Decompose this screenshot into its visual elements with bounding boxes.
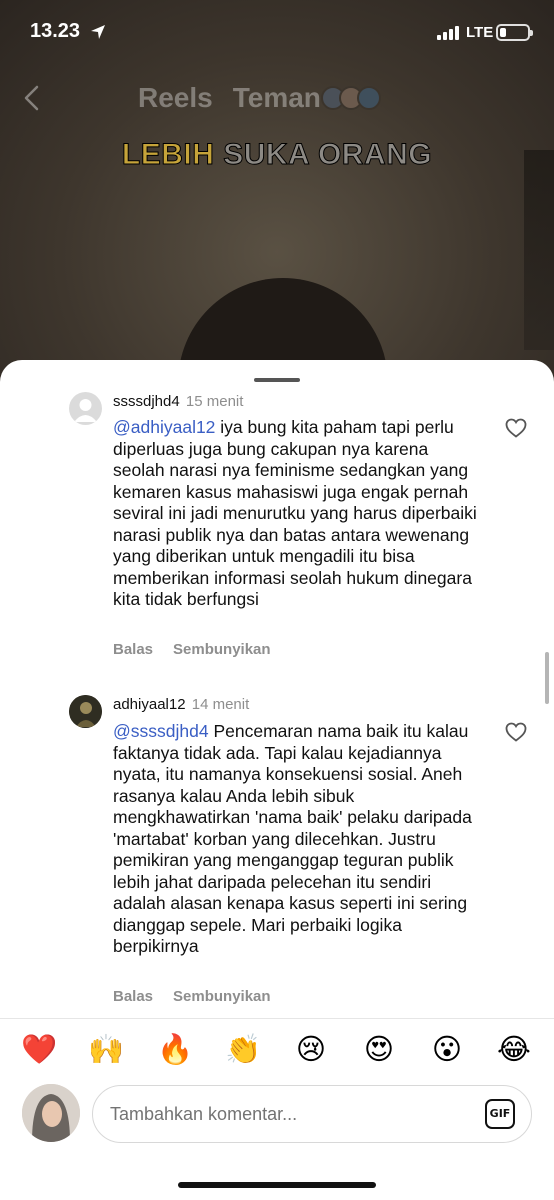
emoji-crying[interactable]: 😢 [293,1030,329,1070]
comment-mention[interactable]: @adhiyaal12 [113,417,215,437]
emoji-surprised[interactable]: 😮 [429,1030,465,1070]
comment-body: Pencemaran nama baik itu kalau faktanya … [113,721,472,956]
emoji-reaction-bar: ❤️ 🙌 🔥 👏 😢 😍 😮 😂 [0,1030,554,1070]
avatar-user[interactable] [69,695,102,728]
comment-input-placeholder: Tambahkan komentar... [110,1104,298,1124]
friend-avatar [356,86,381,110]
video-caption-overlay: LEBIH SUKA ORANG [0,138,554,172]
profile-photo [69,695,102,728]
status-time: 13.23 [30,20,81,42]
comment-username[interactable]: ssssdjhd4 [113,393,180,410]
emoji-heart[interactable]: ❤️ [21,1030,57,1070]
location-arrow-icon [91,25,105,39]
status-bar: 13.23 LTE [0,0,554,66]
emoji-clapping[interactable]: 👏 [225,1030,261,1070]
comment-time: 15 menit [185,393,244,410]
home-indicator[interactable] [178,1182,376,1188]
like-heart-icon[interactable] [505,722,527,742]
comment-text: @adhiyaal12 iya bung kita paham tapi per… [113,417,483,611]
comment-meta: ssssdjhd4 15 menit [113,393,243,410]
friend-avatars [320,86,381,110]
hide-button[interactable]: Sembunyikan [173,988,271,1005]
network-type: LTE [466,24,494,41]
comment-actions: Balas Sembunyikan [113,641,271,658]
emoji-heart-eyes[interactable]: 😍 [361,1030,397,1070]
cellular-signal-icon [437,26,461,40]
sheet-drag-handle[interactable] [254,378,300,382]
reply-button[interactable]: Balas [113,988,153,1005]
comment-text: @ssssdjhd4 Pencemaran nama baik itu kala… [113,721,483,958]
comment-username[interactable]: adhiyaal12 [113,696,186,713]
comment-mention[interactable]: @ssssdjhd4 [113,721,209,741]
emoji-raising-hands[interactable]: 🙌 [88,1030,124,1070]
comments-sheet: ssssdjhd4 15 menit @adhiyaal12 iya bung … [0,360,554,1200]
tab-reels[interactable]: Reels [138,82,213,114]
battery-icon [496,24,533,41]
hide-button[interactable]: Sembunyikan [173,641,271,658]
emoji-fire[interactable]: 🔥 [157,1030,193,1070]
caption-word-yellow: LEBIH [121,138,215,172]
video-plant [524,150,554,350]
comment-meta: adhiyaal12 14 menit [113,696,249,713]
reels-tabs: Reels Teman [138,82,381,114]
comment-actions: Balas Sembunyikan [113,988,271,1005]
like-heart-icon[interactable] [505,418,527,438]
default-user-icon [74,399,97,422]
gif-button[interactable]: GIF [485,1099,515,1129]
avatar-default[interactable] [69,392,102,425]
divider [0,1018,554,1019]
profile-photo [22,1084,80,1142]
comment-time: 14 menit [191,696,250,713]
scroll-indicator[interactable] [545,652,549,704]
comment-body: iya bung kita paham tapi perlu diperluas… [113,417,477,609]
comment-input[interactable]: Tambahkan komentar... GIF [92,1085,532,1143]
back-chevron-icon[interactable] [20,84,44,112]
caption-word-white: SUKA ORANG [223,138,433,172]
current-user-avatar [22,1084,80,1142]
tab-teman[interactable]: Teman [233,82,321,114]
reply-button[interactable]: Balas [113,641,153,658]
emoji-laughing[interactable]: 😂 [496,1030,532,1070]
